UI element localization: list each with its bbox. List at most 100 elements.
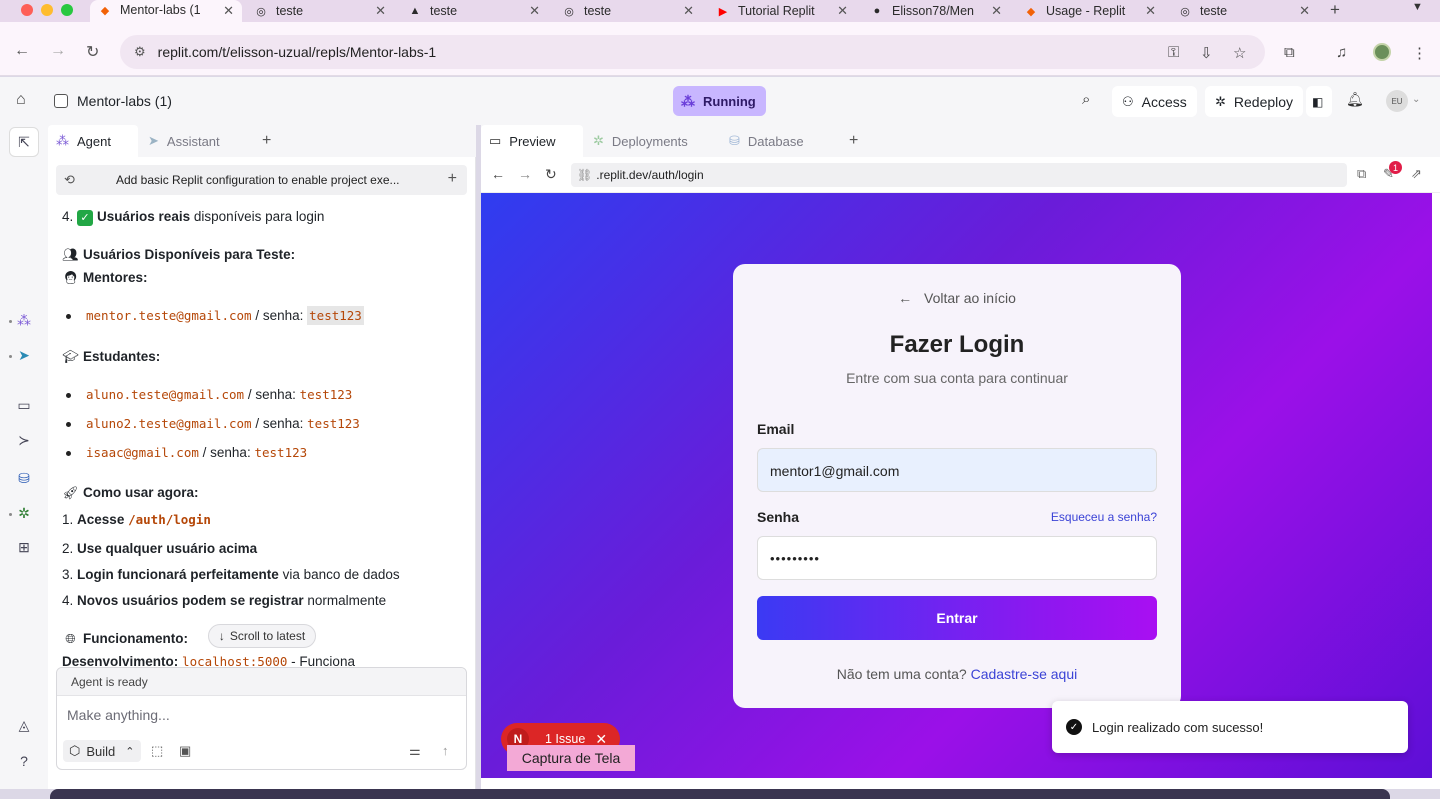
back-to-home-link[interactable]: ← Voltar ao início bbox=[733, 290, 1181, 306]
password-field[interactable]: ••••••••• bbox=[757, 536, 1157, 580]
chevron-down-icon[interactable]: ⌄ bbox=[1412, 94, 1420, 105]
prompt-input[interactable]: Make anything... bbox=[67, 707, 170, 723]
back-arrow-icon[interactable]: ← bbox=[14, 42, 30, 60]
browser-tab-teste-4[interactable]: ◎ teste ✕ bbox=[1170, 0, 1318, 22]
chevron-up-icon: ⌃ bbox=[125, 745, 135, 758]
rocket-icon: 🚀︎ bbox=[62, 485, 79, 500]
arrow-down-icon: ↓ bbox=[218, 629, 225, 643]
email-field[interactable]: mentor1@gmail.com bbox=[757, 448, 1157, 492]
deploy-options-button[interactable]: ◧ bbox=[1306, 86, 1332, 117]
redeploy-button[interactable]: ✲ Redeploy bbox=[1205, 86, 1304, 117]
search-icon[interactable]: ⌕ bbox=[1082, 91, 1090, 108]
access-button[interactable]: ⚇ Access bbox=[1112, 86, 1197, 117]
check-circle-icon: ✓ bbox=[1066, 719, 1082, 735]
close-icon[interactable]: ✕ bbox=[375, 3, 386, 19]
tab-database[interactable]: ⛁ Database bbox=[721, 125, 833, 157]
run-status-button[interactable]: ⁂ Running bbox=[673, 86, 766, 116]
database-icon: ⛁ bbox=[729, 133, 740, 148]
reload-icon[interactable]: ↻ bbox=[545, 166, 557, 183]
deployments-icon[interactable]: ✲ bbox=[0, 505, 48, 522]
tab-search-chevron-icon[interactable]: ▼ bbox=[1412, 1, 1423, 13]
install-icon[interactable]: ⇩ bbox=[1200, 44, 1213, 62]
signup-link[interactable]: Cadastre-se aqui bbox=[971, 666, 1078, 682]
agent-icon[interactable]: ⁂ bbox=[0, 312, 48, 329]
star-icon[interactable]: ☆ bbox=[1233, 44, 1246, 62]
list-item: 4. Novos usuários podem se registrar nor… bbox=[62, 593, 387, 608]
add-tab-button[interactable]: + bbox=[254, 125, 280, 157]
send-arrow-icon[interactable]: ↑ bbox=[442, 743, 449, 758]
help-icon[interactable]: ? bbox=[0, 753, 48, 769]
close-window-button[interactable] bbox=[21, 4, 33, 16]
extensions-icon[interactable]: ⧉ bbox=[1284, 44, 1295, 61]
browser-tab-teste-3[interactable]: ◎ teste ✕ bbox=[554, 0, 702, 22]
more-menu-icon[interactable]: ⋮ bbox=[1412, 44, 1427, 62]
globe-icon: 🌐︎ bbox=[65, 631, 76, 646]
tab-agent[interactable]: ⁂ Agent bbox=[48, 125, 138, 157]
close-icon[interactable]: ✕ bbox=[529, 3, 540, 19]
browser-tab-teste-2[interactable]: ▲ teste ✕ bbox=[400, 0, 548, 22]
preview-panel-tabs: ▭ Preview ✲ Deployments ⛁ Database + bbox=[481, 125, 1440, 157]
list-item: 2. Use qualquer usuário acima bbox=[62, 541, 258, 556]
preview-monitor-icon[interactable]: ▭ bbox=[0, 397, 48, 414]
back-arrow-icon[interactable]: ← bbox=[491, 166, 505, 182]
forward-arrow-icon[interactable]: → bbox=[518, 166, 532, 182]
forgot-password-link[interactable]: Esqueceu a senha? bbox=[1051, 510, 1157, 524]
agent-status: Agent is ready bbox=[57, 668, 466, 696]
replit-icon: ◆ bbox=[1026, 5, 1036, 18]
devices-icon[interactable]: ⧉ bbox=[1357, 166, 1366, 182]
tab-deployments[interactable]: ✲ Deployments bbox=[585, 125, 723, 157]
close-icon[interactable]: ✕ bbox=[683, 3, 694, 19]
close-icon[interactable]: ✕ bbox=[1299, 3, 1310, 19]
database-icon[interactable]: ⛁ bbox=[0, 470, 48, 487]
close-icon[interactable]: ✕ bbox=[1145, 3, 1156, 19]
preview-url-input[interactable]: ⛓ .replit.dev/auth/login bbox=[571, 163, 1347, 187]
close-icon[interactable]: ✕ bbox=[223, 3, 234, 19]
chat-history-bar[interactable]: ⟲ Add basic Replit configuration to enab… bbox=[56, 165, 467, 195]
agent-composer: Agent is ready Make anything... ⬡ Build … bbox=[56, 667, 467, 770]
avatar[interactable]: EU bbox=[1386, 90, 1408, 112]
agent-panel-tabs: ⁂ Agent ➤ Assistant + bbox=[48, 125, 476, 157]
new-chat-button[interactable]: + bbox=[448, 170, 457, 188]
add-tab-button[interactable]: + bbox=[841, 125, 867, 157]
profile-avatar[interactable] bbox=[1373, 43, 1391, 61]
home-icon[interactable]: ⌂ bbox=[16, 91, 26, 109]
login-submit-button[interactable]: Entrar bbox=[757, 596, 1157, 640]
history-icon[interactable]: ⟲ bbox=[64, 172, 104, 188]
select-element-icon[interactable]: ⬚ bbox=[151, 743, 163, 759]
media-control-icon[interactable]: ♫ bbox=[1336, 44, 1347, 61]
open-new-window-icon[interactable]: ⇗ bbox=[1411, 166, 1422, 182]
new-tab-button[interactable]: + bbox=[1330, 0, 1340, 20]
success-toast: ✓ Login realizado com sucesso! bbox=[1052, 701, 1408, 753]
address-bar[interactable]: ⚙ replit.com/t/elisson-uzual/repls/Mento… bbox=[120, 35, 1265, 69]
forward-arrow-icon[interactable]: → bbox=[50, 42, 66, 60]
bell-icon[interactable]: 🔔︎ bbox=[1346, 91, 1364, 108]
tab-preview[interactable]: ▭ Preview bbox=[481, 125, 583, 157]
os-dock bbox=[50, 789, 1390, 799]
files-icon[interactable]: ⇱ bbox=[9, 127, 39, 157]
close-icon[interactable]: ✕ bbox=[837, 3, 848, 19]
browser-tab-github[interactable]: ● Elisson78/Men ✕ bbox=[862, 0, 1010, 22]
close-icon[interactable]: ✕ bbox=[991, 3, 1002, 19]
reload-icon[interactable]: ↻ bbox=[86, 42, 99, 62]
image-upload-icon[interactable]: ▣ bbox=[179, 743, 191, 759]
tab-assistant[interactable]: ➤ Assistant bbox=[140, 125, 246, 157]
list-item: aluno2.teste@gmail.com / senha: test123 bbox=[66, 416, 360, 431]
alerts-icon[interactable]: ◬ bbox=[0, 717, 48, 734]
browser-tab-tutorial-replit[interactable]: ▶ Tutorial Replit ✕ bbox=[708, 0, 856, 22]
browser-tab-usage-replit[interactable]: ◆ Usage - Replit ✕ bbox=[1016, 0, 1164, 22]
triangle-icon: ▲ bbox=[409, 5, 421, 17]
users-icon: 👥︎ bbox=[62, 247, 79, 262]
key-icon[interactable]: ⚿ bbox=[1168, 44, 1179, 61]
site-settings-icon[interactable]: ⚙ bbox=[134, 44, 146, 60]
project-name[interactable]: Mentor-labs (1) bbox=[77, 93, 172, 109]
list-item: isaac@gmail.com / senha: test123 bbox=[65, 445, 308, 460]
mode-selector[interactable]: ⬡ Build ⌃ bbox=[63, 740, 141, 762]
all-tools-icon[interactable]: ⊞ bbox=[0, 539, 48, 556]
console-icon[interactable]: ≻ bbox=[0, 432, 48, 449]
assistant-icon[interactable]: ➤ bbox=[0, 347, 48, 364]
browser-tab-teste-1[interactable]: ◎ teste ✕ bbox=[246, 0, 394, 22]
maximize-window-button[interactable] bbox=[61, 4, 73, 16]
scroll-to-latest-button[interactable]: ↓ Scroll to latest bbox=[208, 624, 316, 648]
settings-sliders-icon[interactable]: ⚌ bbox=[409, 743, 421, 759]
minimize-window-button[interactable] bbox=[41, 4, 53, 16]
